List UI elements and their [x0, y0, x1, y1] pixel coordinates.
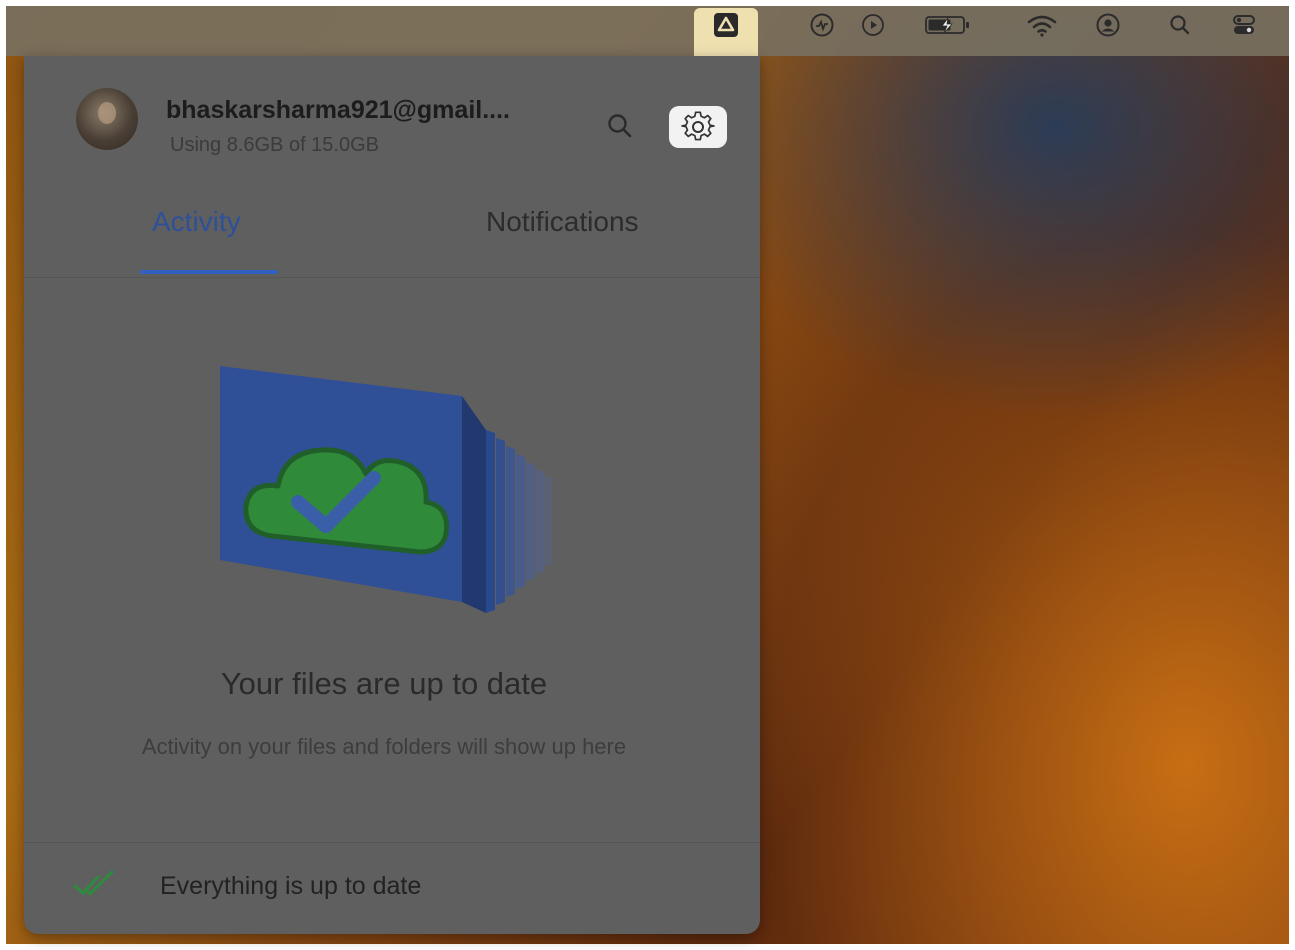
search-icon	[608, 114, 632, 138]
play-icon[interactable]	[860, 12, 886, 38]
tab-activity[interactable]: Activity	[152, 206, 241, 238]
battery-icon[interactable]	[924, 12, 972, 38]
control-center-icon[interactable]	[1231, 12, 1257, 38]
storage-usage: Using 8.6GB of 15.0GB	[170, 134, 380, 156]
tab-notifications[interactable]: Notifications	[486, 206, 639, 238]
google-drive-icon[interactable]	[713, 12, 739, 38]
account-email: bhaskarsharma921@gmail....	[166, 96, 510, 124]
sync-status: Everything is up to date	[160, 872, 422, 900]
empty-state-subtitle: Activity on your files and folders will …	[141, 734, 627, 759]
double-check-icon	[73, 870, 114, 896]
avatar[interactable]	[76, 88, 138, 150]
settings-button[interactable]	[669, 106, 727, 148]
tab-divider	[24, 277, 760, 278]
wifi-icon[interactable]	[1026, 12, 1058, 38]
empty-state-title: Your files are up to date	[220, 666, 548, 701]
user-icon[interactable]	[1095, 12, 1121, 38]
gear-icon	[681, 111, 715, 141]
footer-divider	[24, 842, 760, 843]
active-tab-indicator	[140, 270, 278, 274]
search-icon[interactable]	[1167, 12, 1193, 38]
activity-monitor-icon[interactable]	[809, 12, 835, 38]
panel-search-button[interactable]	[602, 108, 638, 144]
files-up-to-date-illustration	[220, 366, 552, 613]
drive-panel: bhaskarsharma921@gmail.... Using 8.6GB o…	[24, 56, 760, 934]
